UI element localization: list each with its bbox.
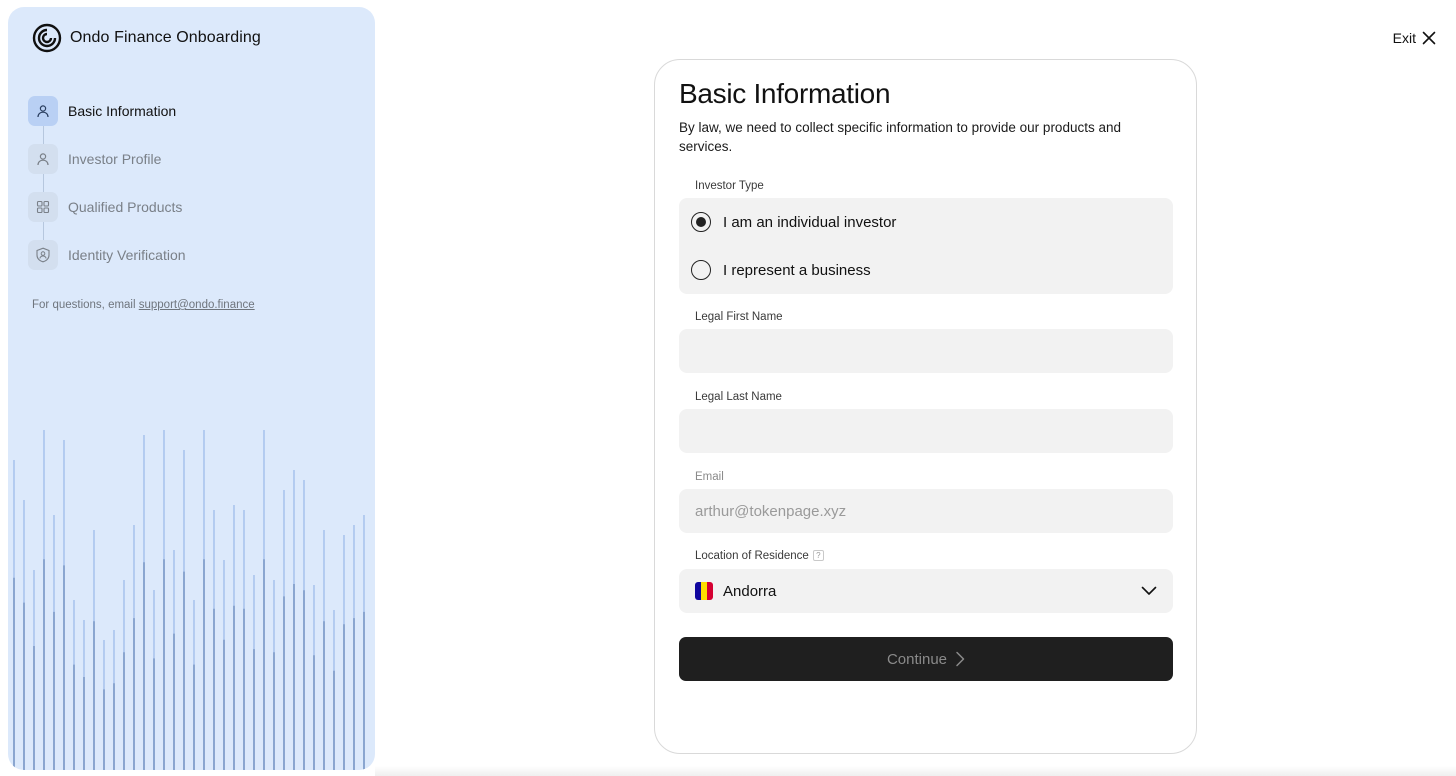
investor-type-label: Investor Type: [695, 180, 764, 192]
residence-select[interactable]: Andorra: [679, 569, 1173, 613]
email-field: [679, 489, 1173, 533]
residence-label-text: Location of Residence: [695, 550, 809, 562]
email-label: Email: [695, 471, 724, 483]
help-icon[interactable]: ?: [812, 550, 824, 562]
residence-value: Andorra: [723, 582, 777, 600]
user-icon: [28, 144, 58, 174]
radio-label: I represent a business: [723, 261, 871, 279]
andorra-flag-icon: [695, 582, 713, 600]
grid-icon: [28, 192, 58, 222]
exit-label: Exit: [1392, 30, 1416, 46]
investor-type-radio-group: I am an individual investor I represent …: [679, 198, 1173, 294]
continue-button[interactable]: Continue: [679, 637, 1173, 681]
step-investor-profile[interactable]: Investor Profile: [28, 135, 358, 183]
step-label: Basic Information: [68, 103, 177, 119]
radio-unselected-icon[interactable]: [691, 260, 711, 280]
radio-label: I am an individual investor: [723, 213, 897, 231]
step-connector: [43, 121, 44, 253]
radio-individual-investor[interactable]: I am an individual investor: [691, 212, 896, 232]
page-description: By law, we need to collect specific info…: [679, 120, 1121, 154]
step-label: Qualified Products: [68, 199, 183, 215]
form-card: Basic Information By law, we need to col…: [654, 59, 1197, 754]
step-label: Identity Verification: [68, 247, 186, 263]
brand: Ondo Finance Onboarding: [32, 23, 261, 53]
last-name-field[interactable]: [679, 409, 1173, 453]
chevron-down-icon: [1141, 586, 1157, 595]
shield-user-icon: [28, 240, 58, 270]
radio-business[interactable]: I represent a business: [691, 260, 871, 280]
ondo-logo-icon: [32, 23, 62, 53]
onboarding-steps: Basic Information Investor Profile Quali…: [28, 87, 358, 279]
first-name-label: Legal First Name: [695, 311, 783, 323]
close-icon: [1422, 31, 1436, 45]
exit-button[interactable]: Exit: [1393, 30, 1436, 46]
step-basic-information[interactable]: Basic Information: [28, 87, 358, 135]
page-title: Basic Information: [679, 78, 891, 109]
chevron-right-icon: [956, 651, 965, 667]
bottom-fade: [375, 766, 1456, 776]
support-email-link[interactable]: support@ondo.finance: [139, 299, 255, 311]
brand-title: Ondo Finance Onboarding: [70, 29, 261, 46]
help-text: For questions, email support@ondo.financ…: [32, 299, 255, 311]
residence-label: Location of Residence?: [695, 550, 824, 562]
help-prefix: For questions, email: [32, 299, 139, 311]
first-name-field[interactable]: [679, 329, 1173, 373]
user-icon: [28, 96, 58, 126]
step-qualified-products[interactable]: Qualified Products: [28, 183, 358, 231]
decorative-bars: [13, 430, 365, 770]
radio-selected-icon[interactable]: [691, 212, 711, 232]
step-identity-verification[interactable]: Identity Verification: [28, 231, 358, 279]
continue-label: Continue: [886, 650, 948, 668]
sidebar: Ondo Finance Onboarding Basic Informatio…: [8, 7, 375, 770]
last-name-label: Legal Last Name: [695, 391, 782, 403]
step-label: Investor Profile: [68, 151, 162, 167]
